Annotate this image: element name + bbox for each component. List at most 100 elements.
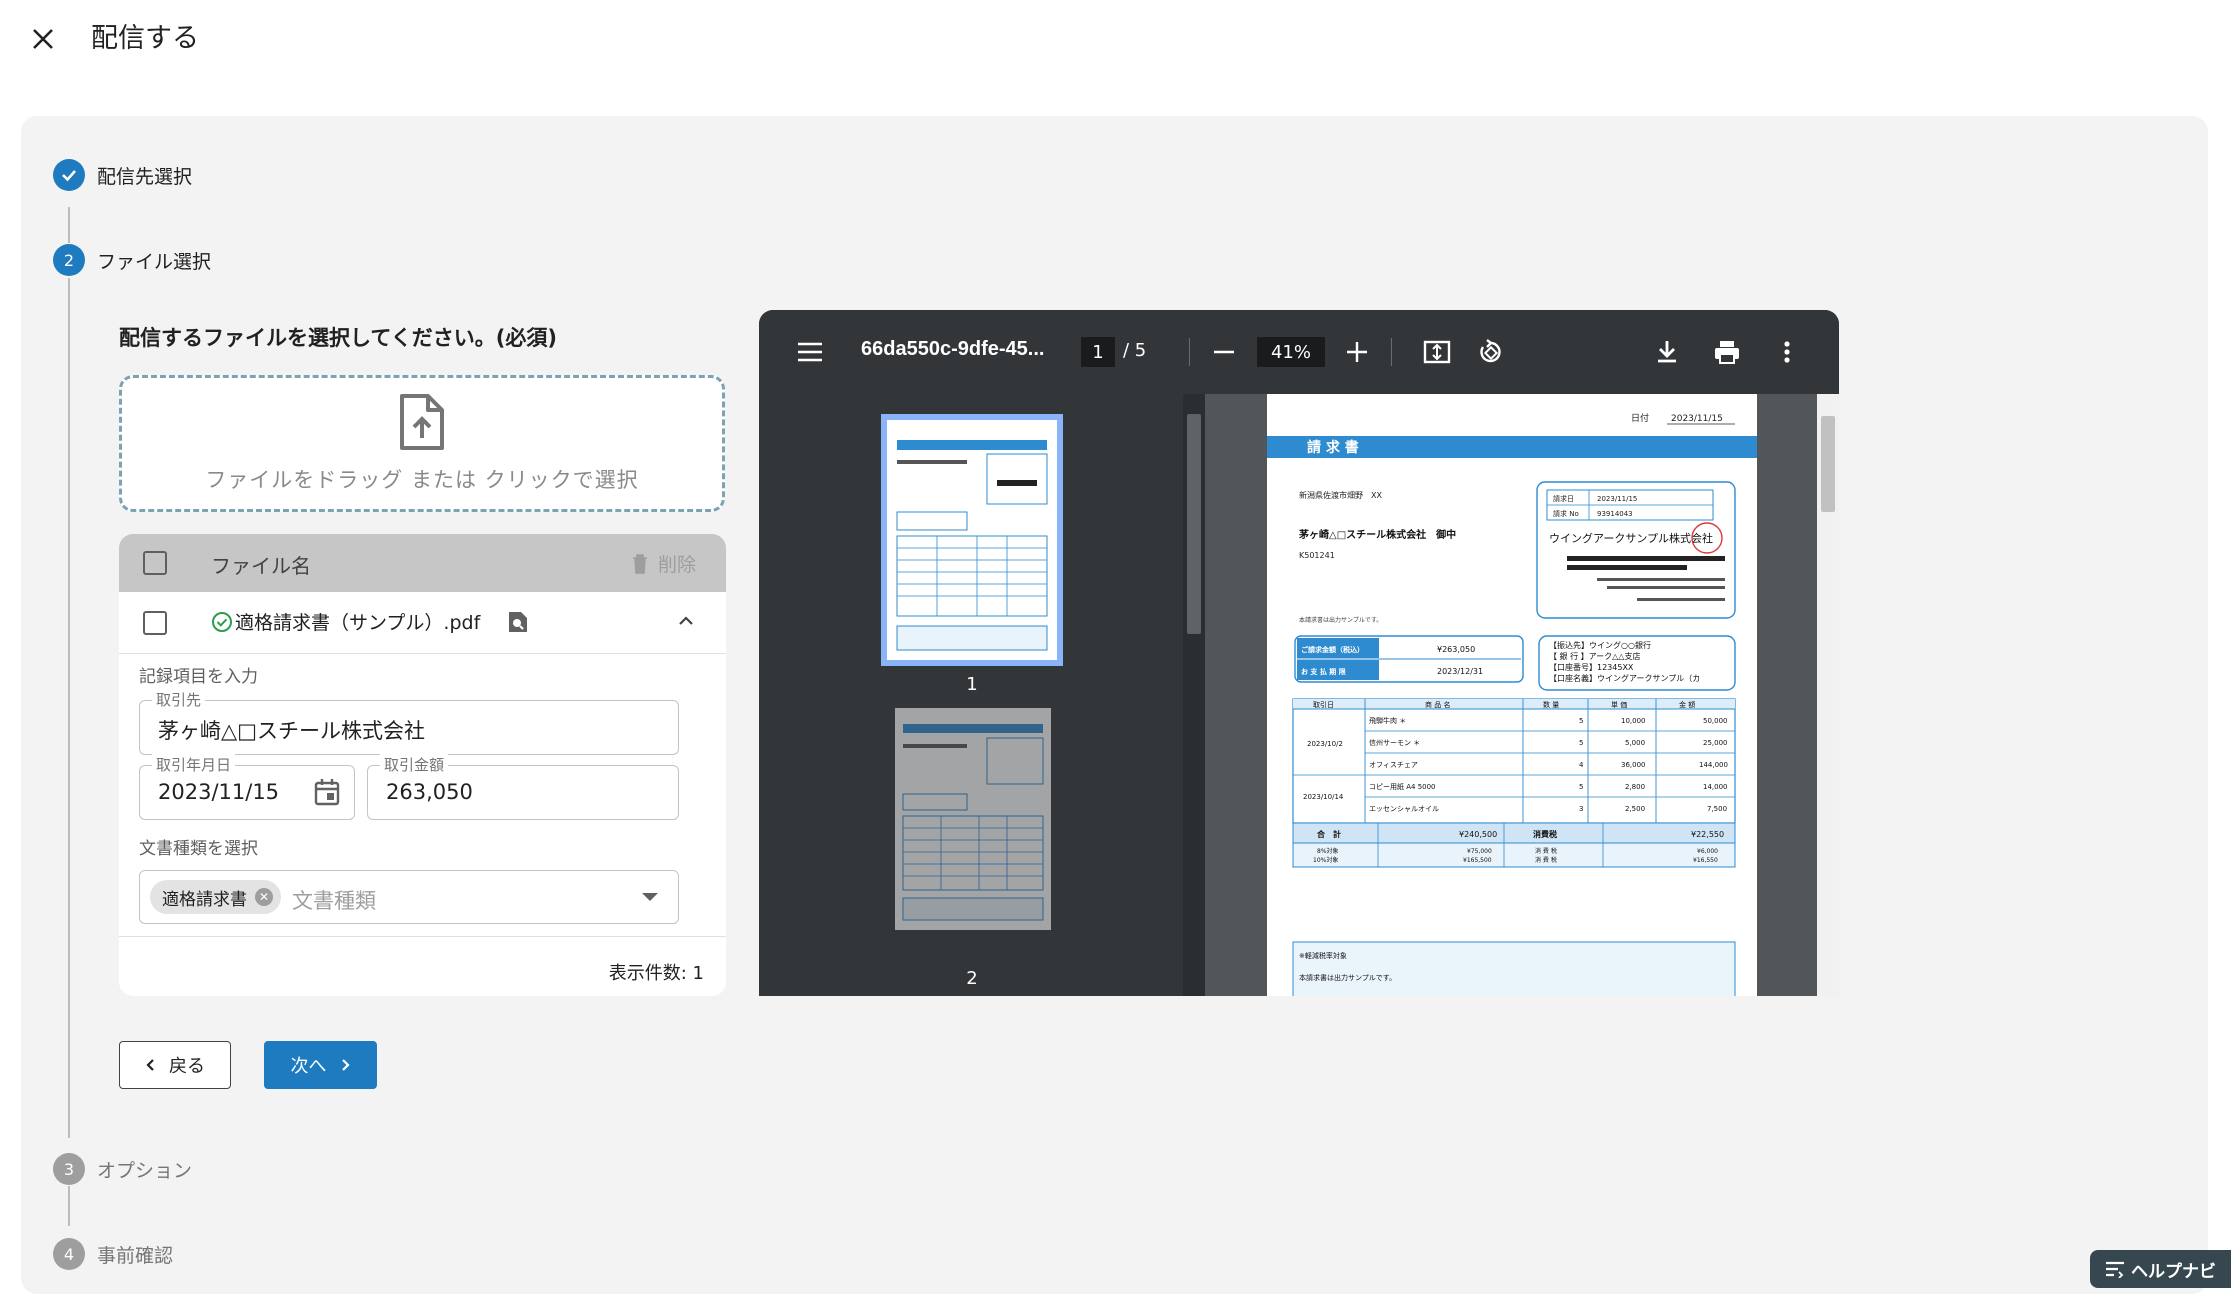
table-footer: 表示件数: 1 — [119, 936, 726, 996]
help-navi-button[interactable]: ヘルプナビ — [2090, 1250, 2231, 1288]
page-total: / 5 — [1123, 340, 1147, 361]
file-dropzone[interactable]: ファイルをドラッグ または クリックで選択 — [119, 375, 725, 512]
table-row: 適格請求書（サンプル）.pdf — [119, 592, 726, 654]
dropdown-arrow-icon[interactable] — [642, 893, 658, 901]
next-button[interactable]: 次へ — [264, 1041, 377, 1089]
bank-line: 【振込先】ウイング○○銀行 — [1549, 640, 1651, 650]
col-header: 取引日 — [1313, 700, 1334, 709]
partner-field[interactable]: 取引先 茅ヶ崎△□スチール株式会社 — [139, 689, 679, 755]
section-title: 配信するファイルを選択してください。(必須) — [119, 326, 557, 350]
step-connector — [68, 278, 70, 1138]
step-2: 2 ファイル選択 — [53, 244, 211, 276]
file-name-text: 適格請求書（サンプル）.pdf — [235, 612, 481, 634]
partner-label: 取引先 — [152, 689, 206, 710]
invoice-customer-code: K501241 — [1299, 551, 1335, 560]
doctype-select[interactable]: 適格請求書 ✕ 文書種類 — [139, 870, 679, 924]
print-button[interactable] — [1709, 334, 1745, 370]
rotate-button[interactable] — [1473, 334, 1509, 370]
menu-icon[interactable] — [797, 342, 823, 366]
due-date-label: お 支 払 期 限 — [1301, 667, 1347, 676]
more-options-button[interactable] — [1769, 334, 1805, 370]
delete-button[interactable]: 削除 — [632, 550, 696, 577]
chevron-left-icon — [146, 1059, 154, 1071]
rate-label: 8%対象 — [1317, 847, 1339, 855]
step-label: ファイル選択 — [97, 250, 212, 273]
zoom-in-button[interactable] — [1339, 334, 1375, 370]
tax-small-label: 消 費 税 — [1535, 847, 1557, 855]
tax-label: 消費税 — [1533, 829, 1557, 839]
step-label: 配信先選択 — [97, 165, 193, 188]
toolbar-divider — [1189, 338, 1190, 366]
date-label: 取引年月日 — [152, 754, 236, 775]
tax-amount: ¥22,550 — [1691, 830, 1724, 839]
issuer-company: ウイングアークサンプル株式会社 — [1549, 531, 1713, 545]
step-connector — [68, 1186, 70, 1226]
zoom-out-button[interactable] — [1206, 334, 1242, 370]
record-heading: 記録項目を入力 — [139, 667, 258, 687]
rate-amount: ¥165,500 — [1463, 857, 1492, 864]
item-qty: 5 — [1579, 717, 1583, 725]
document-area: 日付 2023/11/15 請 求 書 新潟県佐渡市畑野 XX 茅ヶ崎△□スチー… — [1205, 394, 1839, 996]
dropzone-text: ファイルをドラッグ または クリックで選択 — [205, 467, 639, 492]
thumbnail-page-1[interactable] — [881, 414, 1063, 666]
amount-due-label: ご請求金額（税込） — [1301, 645, 1364, 654]
minus-icon — [1214, 350, 1234, 354]
row-checkbox[interactable] — [143, 611, 167, 635]
item-name: コピー用紙 A4 5000 — [1369, 782, 1436, 791]
file-name: 適格請求書（サンプル）.pdf — [211, 608, 480, 635]
item-qty: 4 — [1579, 761, 1584, 769]
viewer-toolbar: 66da550c-9dfe-45... 1 / 5 41% — [759, 310, 1839, 394]
sidebar-scroll-thumb[interactable] — [1187, 414, 1201, 634]
doctype-chip-label: 適格請求書 — [162, 889, 247, 910]
item-amount: 14,000 — [1703, 783, 1728, 791]
date-field[interactable]: 取引年月日 2023/11/15 — [139, 754, 355, 820]
item-price: 5,000 — [1625, 739, 1645, 747]
preview-icon[interactable] — [507, 610, 529, 638]
close-button[interactable] — [24, 20, 62, 58]
thumbnail-label: 2 — [966, 968, 978, 989]
check-icon — [53, 159, 85, 191]
item-qty: 5 — [1579, 739, 1583, 747]
issue-date-label: 請求日 — [1553, 494, 1574, 503]
bank-line: 【 銀 行 】アーク△△支店 — [1549, 651, 1640, 661]
step-number: 3 — [53, 1153, 85, 1185]
page-input[interactable]: 1 — [1081, 337, 1115, 367]
back-button[interactable]: 戻る — [119, 1041, 231, 1089]
total-amount: ¥240,500 — [1459, 830, 1497, 839]
step-1: 配信先選択 — [53, 159, 192, 191]
calendar-icon[interactable] — [314, 778, 340, 810]
step-number: 2 — [53, 244, 85, 276]
download-button[interactable] — [1649, 334, 1685, 370]
sidebar-scrollbar[interactable] — [1183, 394, 1205, 996]
date-value: 2023/11/15 — [158, 780, 280, 804]
file-upload-icon — [400, 393, 444, 450]
col-header: 金 額 — [1679, 700, 1695, 709]
issue-date: 2023/11/15 — [1597, 495, 1637, 503]
item-date: 2023/10/14 — [1303, 793, 1344, 801]
top-bar: 配信する — [0, 0, 2231, 80]
document-scroll-thumb[interactable] — [1821, 416, 1835, 512]
back-label: 戻る — [169, 1056, 205, 1077]
chip-remove-icon[interactable]: ✕ — [255, 888, 273, 906]
item-price: 2,800 — [1625, 783, 1645, 791]
item-qty: 5 — [1579, 783, 1583, 791]
zoom-input[interactable]: 41% — [1257, 337, 1325, 367]
trash-icon — [632, 553, 647, 574]
thumbnail-label: 1 — [966, 674, 978, 695]
partner-value: 茅ヶ崎△□スチール株式会社 — [158, 719, 425, 743]
amount-field[interactable]: 取引金額 263,050 — [367, 754, 679, 820]
select-all-checkbox[interactable] — [143, 551, 167, 575]
chevron-right-icon — [341, 1059, 350, 1071]
rate-amount: ¥75,000 — [1467, 848, 1492, 855]
chevron-up-icon[interactable] — [678, 612, 694, 631]
row-count: 表示件数: 1 — [608, 963, 704, 984]
item-date: 2023/10/2 — [1307, 740, 1343, 748]
thumbnail-page-2[interactable] — [895, 708, 1051, 930]
item-name: 飛騨牛肉 ＊ — [1369, 716, 1406, 725]
amount-due: ¥263,050 — [1437, 645, 1475, 654]
document-scrollbar[interactable] — [1817, 394, 1839, 996]
note-line: 本請求書は出力サンプルです。 — [1299, 973, 1396, 982]
invoice-title: 請 求 書 — [1307, 439, 1359, 456]
more-vert-icon — [1784, 341, 1790, 363]
fit-page-button[interactable] — [1419, 334, 1455, 370]
